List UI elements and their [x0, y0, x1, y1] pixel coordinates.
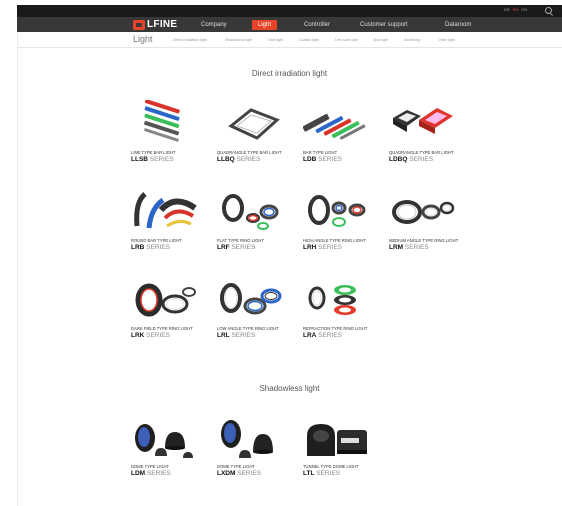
sub-navigation: Light Direct irradiation light Shadowles… — [17, 32, 562, 48]
product-card[interactable]: LOW ANGLE TYPE RING LIGHT LRL SERIES — [217, 276, 297, 339]
product-name: DOME TYPE LIGHT — [131, 464, 170, 469]
nav-item-customer-support[interactable]: Customer support — [360, 20, 408, 30]
product-card[interactable]: DARK FIELD TYPE RING LIGHT LRK SERIES — [131, 276, 211, 339]
ring-lights-icon — [131, 276, 199, 324]
subnav-item-order[interactable]: Order light — [438, 38, 455, 42]
product-card[interactable]: ROUND BAR TYPE LIGHT LRB SERIES — [131, 188, 211, 251]
quadrangle-frame-icon — [217, 100, 285, 148]
bar-lights-icon — [302, 100, 371, 148]
product-name: MEDIUM ANGLE TYPE RING LIGHT — [389, 238, 459, 243]
logo-mark-icon — [133, 19, 145, 30]
product-series: LRA SERIES — [303, 332, 343, 339]
lang-kr-link[interactable]: KR — [504, 7, 510, 12]
product-name: HIGH ANGLE TYPE RING LIGHT — [303, 238, 366, 243]
ring-lights-icon — [217, 276, 285, 324]
bar-lights-icon — [131, 99, 199, 148]
product-card[interactable]: QUADRANGLE TYPE BAR LIGHT LDBQ SERIES — [389, 100, 469, 163]
product-name: DARK FIELD TYPE RING LIGHT — [131, 326, 193, 331]
subnav-item-direct-irradiation[interactable]: Direct irradiation light — [173, 38, 207, 42]
stacked-rings-icon — [303, 276, 371, 324]
curved-bars-icon — [131, 188, 199, 236]
main-navigation: LFINE Company Light Controller Customer … — [17, 17, 562, 32]
subnav-item-line-scan[interactable]: Line scan light — [335, 38, 358, 42]
product-series: LRM SERIES — [389, 244, 429, 251]
product-series: LDB SERIES — [303, 156, 343, 163]
product-series: LLSB SERIES — [131, 156, 174, 163]
product-card[interactable]: QUADRANGLE TYPE BAR LIGHT LLBQ SERIES — [217, 100, 297, 163]
ring-lights-icon — [217, 188, 285, 236]
product-name: QUADRANGLE TYPE BAR LIGHT — [389, 150, 454, 155]
section-title-direct-irradiation: Direct irradiation light — [251, 69, 328, 78]
product-name: DOME TYPE LIGHT — [217, 464, 256, 469]
product-name: FLAT TYPE RING LIGHT — [217, 238, 265, 243]
left-divider — [17, 32, 18, 506]
product-series: LRK SERIES — [131, 332, 171, 339]
product-card[interactable]: BAR TYPE LIGHT LDB SERIES — [302, 100, 383, 163]
product-card[interactable]: DOME TYPE LIGHT LXDM SERIES — [217, 414, 297, 477]
product-name: QUADRANGLE TYPE BAR LIGHT — [217, 150, 282, 155]
subnav-item-spot[interactable]: Spot light — [373, 38, 388, 42]
ring-lights-icon — [303, 188, 371, 236]
product-series: LXDM SERIES — [217, 470, 262, 477]
square-frames-icon — [389, 100, 457, 148]
product-series: LTL SERIES — [303, 470, 341, 477]
product-name: ROUND BAR TYPE LIGHT — [131, 238, 182, 243]
subnav-item-coaxial[interactable]: Coaxial light — [299, 38, 319, 42]
dome-lights-icon — [217, 414, 285, 462]
section-title-shadowless: Shadowless light — [259, 384, 320, 393]
subnav-item-dark[interactable]: Dark light — [268, 38, 283, 42]
product-series: LRH SERIES — [303, 244, 343, 251]
subnav-title: Light — [133, 34, 153, 44]
product-card[interactable]: FLAT TYPE RING LIGHT LRF SERIES — [217, 188, 297, 251]
nav-item-dataroom[interactable]: Dataroom — [445, 20, 471, 30]
product-series: LRL SERIES — [217, 332, 256, 339]
product-card[interactable]: HIGH ANGLE TYPE RING LIGHT LRH SERIES — [303, 188, 383, 251]
lang-en-link[interactable]: EN — [513, 7, 519, 12]
dome-lights-icon — [131, 414, 199, 462]
subnav-item-accessory[interactable]: Accessory — [404, 38, 421, 42]
product-name: REFRACTION TYPE RING LIGHT — [303, 326, 368, 331]
product-series: LRB SERIES — [131, 244, 171, 251]
product-card[interactable]: TUNNEL TYPE DOME LIGHT LTL SERIES — [303, 414, 383, 477]
product-name: LINE TYPE BAR LIGHT — [131, 150, 176, 155]
product-card[interactable]: DOME TYPE LIGHT LDM SERIES — [131, 414, 211, 477]
product-name: BAR TYPE LIGHT — [303, 150, 338, 155]
product-card[interactable]: LINE TYPE BAR LIGHT LLSB SERIES — [131, 99, 211, 163]
nav-item-light[interactable]: Light — [252, 20, 278, 30]
product-series: LDM SERIES — [131, 470, 171, 477]
top-utility-bar: KR EN CN — [17, 5, 562, 17]
logo-text: LFINE — [147, 19, 178, 30]
brand-logo[interactable]: LFINE — [133, 19, 177, 30]
product-series: LRF SERIES — [217, 244, 256, 251]
subnav-item-shadowless[interactable]: Shadowless light — [225, 38, 252, 42]
language-switcher: KR EN CN — [504, 7, 527, 12]
nav-item-controller[interactable]: Controller — [304, 20, 330, 30]
lang-cn-link[interactable]: CN — [521, 7, 527, 12]
ring-lights-icon — [389, 188, 457, 236]
product-card[interactable]: REFRACTION TYPE RING LIGHT LRA SERIES — [303, 276, 383, 339]
tunnel-light-icon — [303, 414, 371, 462]
product-name: TUNNEL TYPE DOME LIGHT — [303, 464, 359, 469]
search-icon[interactable] — [545, 7, 552, 14]
product-name: LOW ANGLE TYPE RING LIGHT — [217, 326, 279, 331]
product-series: LDBQ SERIES — [389, 156, 434, 163]
product-series: LLBQ SERIES — [217, 156, 261, 163]
product-card[interactable]: MEDIUM ANGLE TYPE RING LIGHT LRM SERIES — [389, 188, 469, 251]
nav-item-company[interactable]: Company — [201, 20, 227, 30]
